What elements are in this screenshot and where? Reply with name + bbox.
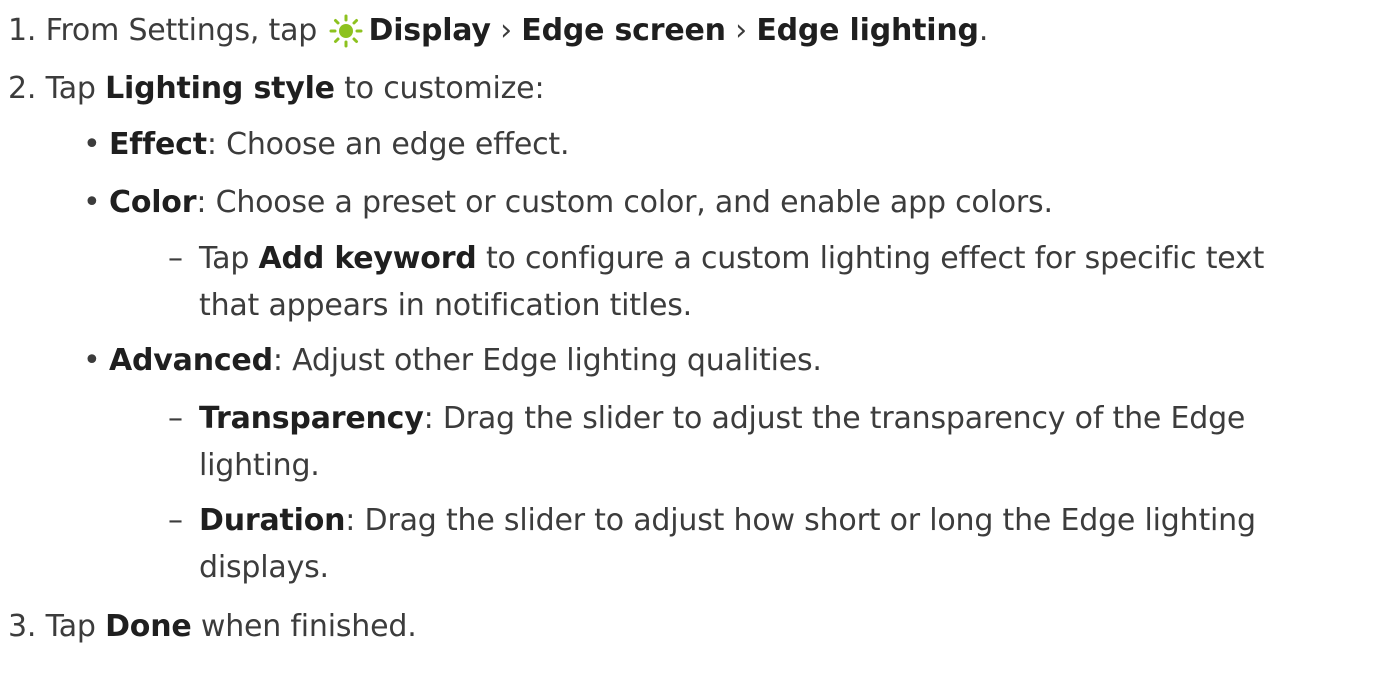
display-settings-icon: [327, 13, 365, 49]
step-text: Tap: [45, 609, 96, 644]
step-text: From Settings, tap: [45, 13, 318, 48]
add-keyword-label: Add keyword: [258, 241, 477, 276]
done-label: Done: [105, 609, 192, 644]
transparency-label: Transparency: [199, 401, 424, 436]
dash: –: [168, 503, 183, 538]
duration-label: Duration: [199, 503, 346, 538]
sub-option-add-keyword-continued: that appears in notification titles.: [199, 288, 692, 324]
menu-path-edge-lighting: Edge lighting: [756, 13, 979, 48]
path-separator: ›: [500, 13, 512, 48]
step-3: 3. Tap Done when finished.: [8, 609, 417, 645]
color-description: : Choose a preset or custom color, and e…: [196, 185, 1053, 220]
effect-description: : Choose an edge effect.: [206, 127, 570, 162]
add-keyword-prefix: Tap: [199, 241, 250, 276]
page: { "steps": [ { "number": "1.", "prefix":…: [0, 0, 1374, 674]
step-2: 2. Tap Lighting style to customize:: [8, 71, 545, 107]
step-number: 3.: [8, 609, 37, 644]
add-keyword-description-continued: that appears in notification titles.: [199, 288, 693, 323]
duration-description: : Drag the slider to adjust how short or…: [345, 503, 1256, 538]
sub-option-duration-continued: displays.: [199, 550, 329, 586]
add-keyword-description: to configure a custom lighting effect fo…: [485, 241, 1265, 276]
advanced-description: : Adjust other Edge lighting qualities.: [272, 343, 822, 378]
menu-path-edge-screen: Edge screen: [521, 13, 726, 48]
step-number: 2.: [8, 71, 37, 106]
step-text: when finished.: [200, 609, 417, 644]
advanced-label: Advanced: [109, 343, 273, 378]
path-separator: ›: [735, 13, 747, 48]
option-advanced: Advanced: Adjust other Edge lighting qua…: [109, 343, 822, 379]
bullet: •: [83, 185, 101, 220]
sentence-end: .: [978, 13, 989, 48]
sub-option-transparency-continued: lighting.: [199, 448, 320, 484]
duration-description-continued: displays.: [199, 550, 329, 585]
menu-path-display: Display: [368, 13, 491, 48]
lighting-style-label: Lighting style: [105, 71, 335, 106]
option-effect: Effect: Choose an edge effect.: [109, 127, 570, 163]
sub-option-add-keyword: Tap Add keyword to configure a custom li…: [199, 241, 1264, 277]
color-label: Color: [109, 185, 197, 220]
transparency-description-continued: lighting.: [199, 448, 320, 483]
step-number: 1.: [8, 13, 37, 48]
dash: –: [168, 241, 183, 276]
sub-option-transparency: Transparency: Drag the slider to adjust …: [199, 401, 1245, 437]
option-color: Color: Choose a preset or custom color, …: [109, 185, 1053, 221]
dash: –: [168, 401, 183, 436]
step-text: to customize:: [344, 71, 545, 106]
bullet: •: [83, 127, 101, 162]
effect-label: Effect: [109, 127, 207, 162]
bullet: •: [83, 343, 101, 378]
transparency-description: : Drag the slider to adjust the transpar…: [423, 401, 1246, 436]
step-1: 1. From Settings, tap Display › Edge scr…: [8, 13, 988, 49]
step-text: Tap: [45, 71, 96, 106]
sub-option-duration: Duration: Drag the slider to adjust how …: [199, 503, 1256, 539]
